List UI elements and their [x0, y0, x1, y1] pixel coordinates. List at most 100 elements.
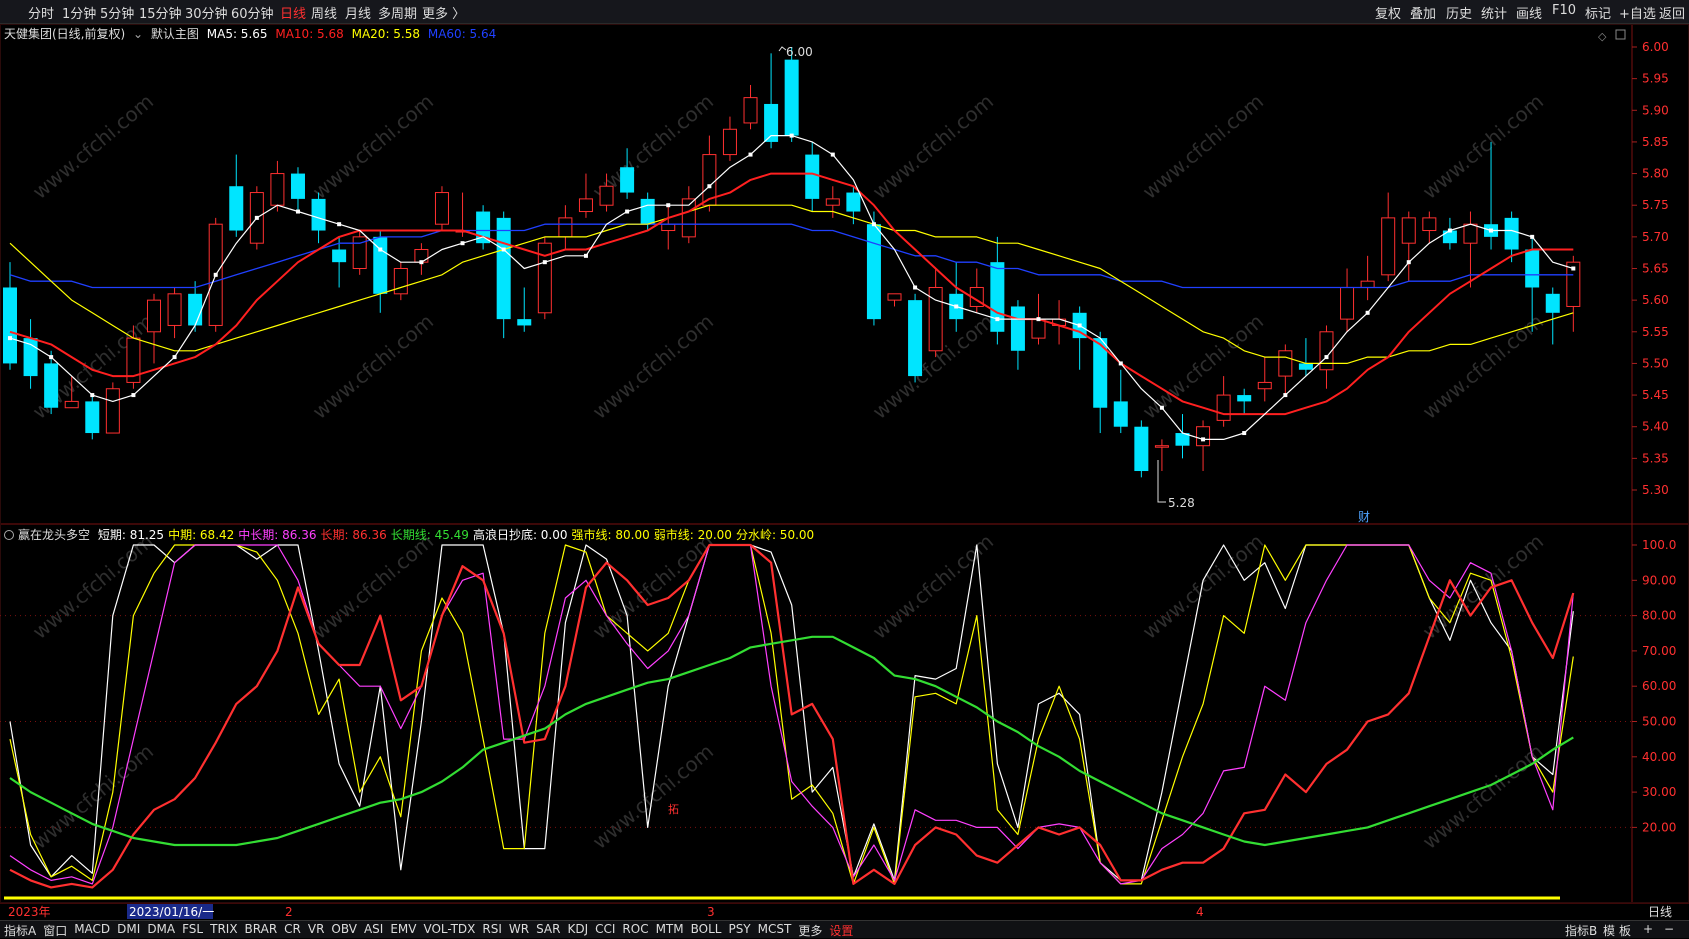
indicator-tab[interactable]: MTM	[656, 922, 684, 936]
indicator-tab[interactable]: ASI	[364, 922, 383, 936]
indicator-tab[interactable]: 设置	[829, 922, 853, 939]
tab-timeshare[interactable]: 分时	[28, 3, 54, 22]
price-tick-label: 5.95	[1642, 72, 1669, 86]
indicator-tab[interactable]: MCST	[758, 922, 792, 936]
indicator-menu-icon[interactable]	[4, 530, 14, 540]
sub-indicator-name[interactable]: 赢在龙头多空	[18, 528, 90, 542]
indicator-tab[interactable]: DMI	[117, 922, 140, 936]
f10-button[interactable]: F10	[1552, 3, 1576, 18]
ma5-marker	[337, 222, 342, 227]
indicator-tab[interactable]: DMA	[147, 922, 175, 936]
watermark-text: www.cfchi.com	[1418, 739, 1548, 854]
candle	[1134, 420, 1149, 478]
history-button[interactable]: 历史	[1446, 3, 1472, 22]
tab-1min[interactable]: 1分钟	[62, 3, 96, 22]
candle	[887, 293, 902, 307]
back-button[interactable]: 返回	[1659, 3, 1685, 22]
fuquan-button[interactable]: 复权	[1375, 3, 1401, 22]
indicator-tab[interactable]: MACD	[74, 922, 110, 936]
year-label: 2023年	[8, 905, 51, 919]
mark-button[interactable]: 标记	[1585, 3, 1611, 22]
osc-tick-label: 60.00	[1642, 679, 1676, 693]
indicator-tab[interactable]: TRIX	[210, 922, 237, 936]
candle	[681, 186, 696, 244]
template-button-mo[interactable]: 模	[1603, 922, 1615, 939]
price-tick-label: 5.55	[1642, 325, 1669, 339]
high-pointer	[778, 46, 787, 52]
indicator-tab[interactable]: OBV	[331, 922, 357, 936]
add-watchlist-button[interactable]: +自选	[1619, 3, 1656, 22]
indicator-tab[interactable]: CCI	[595, 922, 615, 936]
signal-marker: 拓	[668, 802, 679, 816]
price-tick-label: 5.35	[1642, 451, 1669, 465]
indicator-tab[interactable]: PSY	[728, 922, 750, 936]
price-tick-label: 5.60	[1642, 293, 1669, 307]
candle	[352, 230, 367, 275]
tab-15min[interactable]: 15分钟	[139, 3, 182, 22]
ma5-marker	[871, 222, 876, 227]
sub-legend-item: 高浪日抄底: 0.00	[472, 528, 568, 542]
indicator-tab[interactable]: FSL	[182, 922, 203, 936]
indicator-tab[interactable]: ROC	[622, 922, 648, 936]
indicator-b-button[interactable]: 指标B	[1565, 922, 1597, 939]
indicator-tab[interactable]: EMV	[390, 922, 416, 936]
candle	[146, 293, 161, 364]
indicator-tab[interactable]: VR	[308, 922, 325, 936]
candle	[1216, 376, 1231, 427]
candle	[1237, 388, 1252, 415]
tab-60min[interactable]: 60分钟	[231, 3, 274, 22]
sub-legend-item: 中长期: 86.36	[238, 528, 317, 542]
tab-monthly[interactable]: 月线	[345, 3, 371, 22]
tab-weekly[interactable]: 周线	[311, 3, 337, 22]
zoom-out-button[interactable]: −	[1664, 922, 1674, 936]
ma5-marker	[501, 247, 506, 252]
tab-multiperiod[interactable]: 多周期	[378, 3, 417, 22]
ma5-marker	[1365, 310, 1370, 315]
tab-daily[interactable]: 日线	[280, 3, 306, 22]
candle	[373, 230, 388, 313]
ma5-marker	[1324, 355, 1329, 360]
stats-button[interactable]: 统计	[1481, 3, 1507, 22]
sub-legend-item: 长期: 86.36	[320, 528, 387, 542]
osc-tick-label: 80.00	[1642, 609, 1676, 623]
period-label: 日线	[1648, 905, 1672, 919]
indicator-tab[interactable]: VOL-TDX	[423, 922, 475, 936]
ma5-marker	[49, 355, 54, 360]
candle	[1401, 211, 1416, 282]
candle	[1257, 357, 1272, 402]
candle	[661, 205, 676, 250]
ma20-line	[9, 204, 1574, 364]
finance-marker[interactable]: 财	[1358, 510, 1370, 524]
indicator-tab[interactable]: CR	[284, 922, 301, 936]
candle	[537, 236, 552, 320]
candle	[990, 236, 1005, 345]
ma5-marker	[8, 336, 12, 341]
diamond-icon[interactable]: ◇	[1598, 30, 1607, 43]
indicator-tab[interactable]: SAR	[536, 922, 560, 936]
indicator-tab[interactable]: KDJ	[567, 922, 588, 936]
indicator-tab[interactable]: 指标A	[4, 922, 36, 939]
indicator-tab[interactable]: BRAR	[245, 922, 278, 936]
osc-tick-label: 70.00	[1642, 644, 1676, 658]
template-button-ban[interactable]: 板	[1619, 922, 1631, 939]
candle	[105, 382, 120, 434]
indicator-tab[interactable]: 窗口	[43, 922, 67, 939]
square-icon[interactable]	[1615, 29, 1626, 40]
overlay-button[interactable]: 叠加	[1410, 3, 1436, 22]
indicator-tab[interactable]: 更多	[798, 922, 822, 939]
draw-line-button[interactable]: 画线	[1516, 3, 1542, 22]
tab-5min[interactable]: 5分钟	[100, 3, 134, 22]
candle	[969, 268, 984, 313]
indicator-tab[interactable]: RSI	[482, 922, 502, 936]
indicator-tab[interactable]: BOLL	[691, 922, 722, 936]
candle	[23, 319, 38, 389]
kline-chart[interactable]: www.cfchi.com www.cfchi.com www.cfchi.com w…	[0, 24, 1689, 920]
candle	[44, 350, 59, 415]
ma5-marker	[830, 152, 835, 157]
indicator-tab[interactable]: WR	[509, 922, 529, 936]
ma10-line	[9, 172, 1574, 416]
tab-30min[interactable]: 30分钟	[185, 3, 228, 22]
tab-more[interactable]: 更多 〉	[422, 3, 465, 22]
candle	[784, 47, 799, 142]
zoom-in-button[interactable]: +	[1643, 922, 1653, 936]
